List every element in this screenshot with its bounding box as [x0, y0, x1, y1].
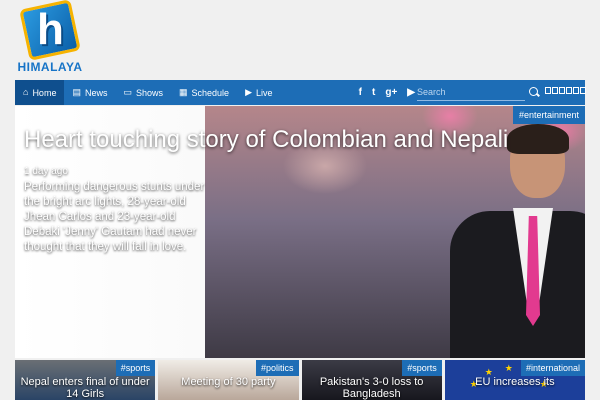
card-title[interactable]: Pakistan's 3-0 loss to Bangladesh — [302, 376, 442, 400]
page: h HIMALAYA ⌂ Home ▤ News ▭ Shows ▦ Sched… — [0, 0, 600, 400]
story-description: Performing dangerous stunts under the br… — [24, 181, 205, 253]
logo-text: HIMALAYA — [17, 60, 83, 74]
home-icon: ⌂ — [23, 87, 29, 97]
lang-glyph — [559, 87, 565, 94]
language-switcher[interactable] — [545, 87, 586, 94]
news-icon: ▤ — [72, 87, 81, 97]
lang-glyph — [545, 87, 551, 94]
twitter-icon[interactable]: t — [372, 87, 375, 98]
story-title[interactable]: Heart touching story of Colombian and Ne… — [24, 126, 584, 154]
nav-item-news[interactable]: ▤ News — [64, 80, 115, 105]
facebook-icon[interactable]: f — [359, 87, 362, 98]
story-time: 1 day ago — [24, 166, 68, 177]
nav-label: Home — [32, 87, 57, 98]
lang-glyph — [580, 87, 586, 94]
story-card[interactable]: #politics Meeting of 30 party — [158, 360, 299, 400]
category-tag[interactable]: #sports — [115, 360, 156, 376]
nav-item-shows[interactable]: ▭ Shows — [115, 80, 171, 105]
site-logo[interactable]: h HIMALAYA — [16, 0, 84, 74]
nav-item-schedule[interactable]: ▦ Schedule — [171, 80, 237, 105]
category-tag[interactable]: #international — [520, 360, 585, 376]
calendar-icon: ▦ — [179, 87, 188, 97]
card-title[interactable]: EU increases its — [445, 376, 585, 388]
lang-glyph — [552, 87, 558, 94]
logo-letter: h — [37, 5, 64, 54]
search-icon[interactable] — [529, 87, 538, 96]
search-input[interactable] — [417, 84, 507, 100]
monitor-icon: ▭ — [123, 87, 132, 97]
lang-glyph — [566, 87, 572, 94]
google-plus-icon[interactable]: g+ — [385, 87, 397, 98]
play-icon: ▶ — [245, 87, 252, 97]
category-tag[interactable]: #sports — [402, 360, 442, 376]
youtube-icon[interactable]: ▶ — [407, 87, 415, 98]
search-box — [417, 84, 525, 101]
card-title[interactable]: Meeting of 30 party — [158, 376, 298, 388]
lang-glyph — [573, 87, 579, 94]
nav-label: Schedule — [191, 87, 230, 98]
card-title[interactable]: Nepal enters final of under 14 Girls — [15, 376, 155, 400]
story-cards: #sports Nepal enters final of under 14 G… — [15, 360, 585, 400]
star-icon: ★ — [504, 363, 513, 373]
featured-story[interactable]: #entertainment Heart touching story of C… — [15, 106, 585, 358]
nav-label: News — [84, 87, 108, 98]
story-card[interactable]: #sports Pakistan's 3-0 loss to Banglades… — [301, 360, 442, 400]
category-tag[interactable]: #entertainment — [512, 106, 585, 124]
nav-item-live[interactable]: ▶ Live — [237, 80, 280, 105]
category-tag[interactable]: #politics — [255, 360, 299, 376]
story-card[interactable]: ★ ★ ★ ★ ★ #international EU increases it… — [444, 360, 585, 400]
main-nav: ⌂ Home ▤ News ▭ Shows ▦ Schedule ▶ Live … — [15, 80, 586, 105]
star-icon: ★ — [484, 367, 493, 377]
nav-item-home[interactable]: ⌂ Home — [15, 80, 65, 105]
nav-label: Live — [255, 87, 273, 98]
story-card[interactable]: #sports Nepal enters final of under 14 G… — [15, 360, 156, 400]
nav-label: Shows — [136, 87, 164, 98]
social-links: f t g+ ▶ — [359, 80, 415, 105]
